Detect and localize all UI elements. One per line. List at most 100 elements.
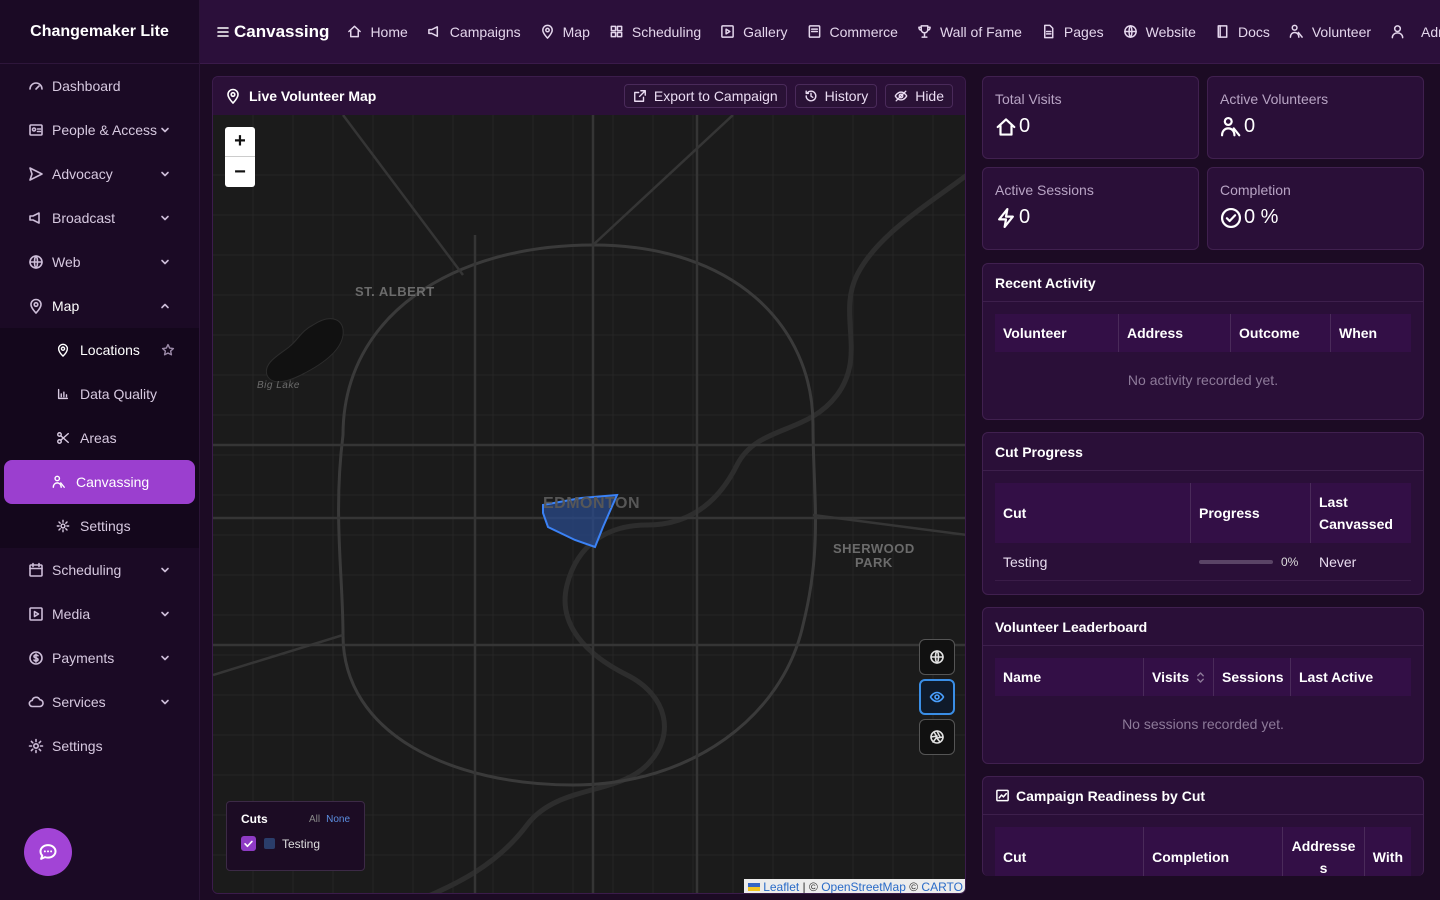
nav-link-wall-of-fame[interactable]: Wall of Fame	[917, 24, 1022, 40]
osm-link[interactable]: OpenStreetMap	[821, 880, 906, 893]
layers-toggle-button[interactable]	[919, 719, 955, 755]
table-header: Volunteer Address Outcome When	[995, 314, 1411, 352]
panel-title: Cut Progress	[983, 433, 1423, 471]
cuts-select-all-link[interactable]: All	[309, 814, 320, 825]
sidebar-item-people-access[interactable]: People & Access	[0, 108, 199, 152]
stat-value-row: 0	[1220, 115, 1411, 138]
sort-icon[interactable]	[1196, 671, 1205, 684]
nav-link-website[interactable]: Website	[1123, 24, 1196, 40]
sidebar-item-broadcast[interactable]: Broadcast	[0, 196, 199, 240]
menu-icon[interactable]	[216, 25, 230, 39]
leaflet-link[interactable]: Leaflet	[763, 880, 799, 893]
export-to-campaign-button[interactable]: Export to Campaign	[623, 84, 787, 108]
gear-icon	[56, 519, 70, 533]
nav-link-scheduling[interactable]: Scheduling	[609, 24, 701, 40]
sidebar-item-map-settings[interactable]: Settings	[4, 504, 195, 548]
panel-title: Recent Activity	[983, 264, 1423, 302]
cut-legend-item[interactable]: Testing	[241, 836, 350, 851]
nav-link-label: Scheduling	[631, 23, 702, 40]
sidebar-item-services[interactable]: Services	[0, 680, 199, 724]
send-icon	[29, 167, 43, 181]
history-button[interactable]: History	[794, 84, 878, 108]
sidebar-item-settings[interactable]: Settings	[0, 724, 199, 768]
sidebar-item-payments[interactable]: Payments	[0, 636, 199, 680]
column-header[interactable]: Sessions	[1214, 658, 1291, 696]
cuts-legend-title: Cuts	[241, 812, 268, 826]
sidebar-item-map[interactable]: Map	[0, 284, 199, 328]
column-header[interactable]: Volunteer	[995, 314, 1119, 352]
hide-map-button[interactable]: Hide	[885, 84, 953, 108]
column-header[interactable]: Outcome	[1231, 314, 1331, 352]
column-header[interactable]: When	[1331, 314, 1411, 352]
cuts-select-none-link[interactable]: None	[326, 814, 350, 825]
map-canvas[interactable]: ST. ALBERT Big Lake EDMONTON SHERWOOD PA…	[213, 115, 965, 893]
stat-value-row: 0 %	[1220, 206, 1411, 229]
nav-link-map[interactable]: Map	[540, 24, 590, 40]
column-header[interactable]: Completion	[1144, 827, 1284, 876]
column-header[interactable]: Last Active	[1291, 658, 1411, 696]
bar-chart-icon	[57, 388, 69, 400]
column-header[interactable]: Address	[1119, 314, 1231, 352]
nav-link-volunteer[interactable]: Volunteer	[1289, 24, 1371, 40]
chevron-down-icon	[161, 215, 169, 221]
id-card-icon	[29, 124, 43, 136]
sidebar-item-label: Media	[52, 606, 91, 622]
map-card-title: Live Volunteer Map	[225, 88, 616, 104]
basemap-toggle-button[interactable]	[919, 639, 955, 675]
gear-icon	[28, 738, 44, 754]
cloud-icon	[28, 696, 44, 708]
sidebar-item-advocacy[interactable]: Advocacy	[0, 152, 199, 196]
aperture-icon	[930, 730, 944, 744]
column-header[interactable]: Cut	[995, 827, 1145, 876]
chat-button[interactable]	[24, 828, 72, 876]
nav-link-pages[interactable]: Pages	[1041, 24, 1104, 40]
ukraine-flag-icon	[748, 883, 761, 891]
map-card-header: Live Volunteer Map Export to Campaign Hi…	[213, 77, 965, 115]
cut-checkbox[interactable]	[241, 836, 256, 851]
nav-link-docs[interactable]: Docs	[1215, 24, 1270, 40]
column-header[interactable]: Addresses	[1283, 827, 1365, 876]
dollar-circle-icon	[29, 651, 43, 665]
nav-link-label: Gallery	[743, 23, 788, 40]
nav-link-commerce[interactable]: Commerce	[807, 24, 898, 40]
visibility-toggle-button[interactable]	[919, 679, 955, 715]
sidebar-item-media[interactable]: Media	[0, 592, 199, 636]
column-header[interactable]: With	[1365, 827, 1411, 876]
star-icon[interactable]	[161, 343, 175, 357]
column-header[interactable]: Cut	[995, 483, 1191, 543]
sidebar-item-scheduling[interactable]: Scheduling	[0, 548, 199, 592]
sidebar-item-canvassing[interactable]: Canvassing	[4, 460, 195, 504]
stat-value-row: 0	[995, 206, 1186, 229]
sidebar-item-data-quality[interactable]: Data Quality	[4, 372, 195, 416]
check-circle-icon	[1220, 207, 1242, 228]
sidebar-item-locations[interactable]: Locations	[4, 328, 195, 372]
nav-link-label: Commerce	[829, 23, 898, 40]
app-brand[interactable]: Changemaker Lite	[0, 0, 199, 64]
progress-cell: 0%	[1191, 555, 1311, 569]
nav-link-campaigns[interactable]: Campaigns	[427, 24, 521, 40]
column-header[interactable]: Progress	[1191, 483, 1311, 543]
place-label-edmonton: EDMONTON	[543, 495, 641, 512]
map-pin-icon	[30, 298, 42, 314]
column-header-visits[interactable]: Visits	[1144, 658, 1214, 696]
sidebar-item-dashboard[interactable]: Dashboard	[0, 64, 199, 108]
zoom-in-button[interactable]: +	[225, 127, 255, 157]
eye-off-icon	[894, 90, 908, 102]
nav-link-label: Campaigns	[449, 23, 521, 40]
nav-link-gallery[interactable]: Gallery	[720, 23, 788, 40]
cuts-legend: Cuts All None Testing	[226, 801, 365, 871]
nav-link-admin[interactable]: Adm	[1390, 24, 1440, 40]
carto-link[interactable]: CARTO	[921, 880, 963, 893]
sidebar-item-label: Scheduling	[52, 562, 122, 578]
column-header[interactable]: Name	[995, 658, 1144, 696]
sidebar-item-label: Locations	[80, 342, 140, 358]
stat-card-active-volunteers: Active Volunteers 0	[1207, 76, 1424, 159]
column-header[interactable]: Last Canvassed	[1311, 483, 1411, 543]
table-row[interactable]: Testing 0% Never	[995, 543, 1411, 581]
sidebar-item-web[interactable]: Web	[0, 240, 199, 284]
lightning-icon	[998, 207, 1014, 228]
play-square-icon	[721, 25, 735, 38]
sidebar-item-areas[interactable]: Areas	[4, 416, 195, 460]
zoom-out-button[interactable]: −	[225, 157, 255, 187]
nav-link-home[interactable]: Home	[347, 24, 408, 40]
